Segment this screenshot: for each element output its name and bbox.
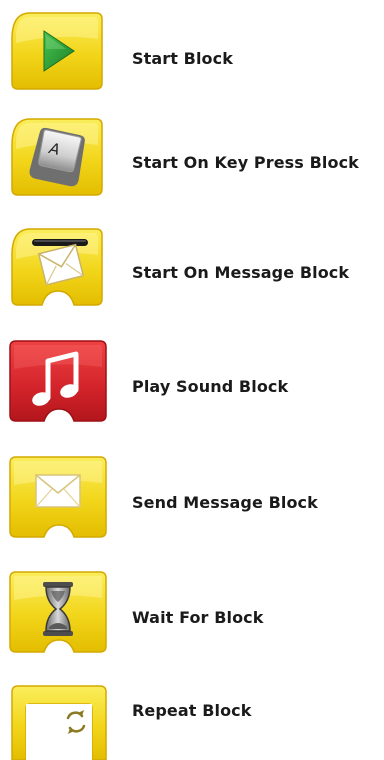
- start-on-message-block-label: Start On Message Block: [132, 263, 350, 282]
- wait-for-block-label: Wait For Block: [132, 608, 264, 627]
- wait-for-block-tile[interactable]: [8, 570, 107, 653]
- start-block-shape: [11, 12, 103, 90]
- start-on-key-press-block-row: A Start On Key Press Block: [0, 115, 384, 225]
- send-message-block-label: Send Message Block: [132, 493, 318, 512]
- start-on-key-press-block-label: Start On Key Press Block: [132, 153, 359, 172]
- start-on-key-press-block-shape: A: [11, 118, 103, 196]
- start-on-key-press-block-tile[interactable]: A: [8, 115, 106, 197]
- block-legend: Start Block A Start On Key Press Block S…: [0, 0, 384, 760]
- repeat-block-label: Repeat Block: [132, 701, 252, 720]
- start-on-message-block-tile[interactable]: [8, 225, 106, 307]
- start-block-tile[interactable]: [8, 9, 106, 91]
- play-sound-block-row: Play Sound Block: [0, 339, 384, 449]
- wait-for-block-row: Wait For Block: [0, 570, 384, 680]
- start-block-label: Start Block: [132, 49, 233, 68]
- envelope-icon: [35, 474, 81, 508]
- play-sound-block-shape: [9, 340, 107, 422]
- start-block-row: Start Block: [0, 9, 384, 119]
- start-on-message-block-row: Start On Message Block: [0, 225, 384, 335]
- send-message-block-tile[interactable]: [8, 455, 107, 538]
- repeat-block-row: Repeat Block: [0, 685, 384, 760]
- start-on-message-block-shape: [11, 228, 103, 306]
- wait-for-block-shape: [9, 571, 107, 653]
- play-sound-block-label: Play Sound Block: [132, 377, 289, 396]
- send-message-block-shape: [9, 456, 107, 538]
- play-sound-block-tile[interactable]: [8, 339, 107, 422]
- repeat-block-shape: [11, 685, 107, 760]
- send-message-block-row: Send Message Block: [0, 455, 384, 565]
- repeat-block-tile[interactable]: [8, 685, 107, 760]
